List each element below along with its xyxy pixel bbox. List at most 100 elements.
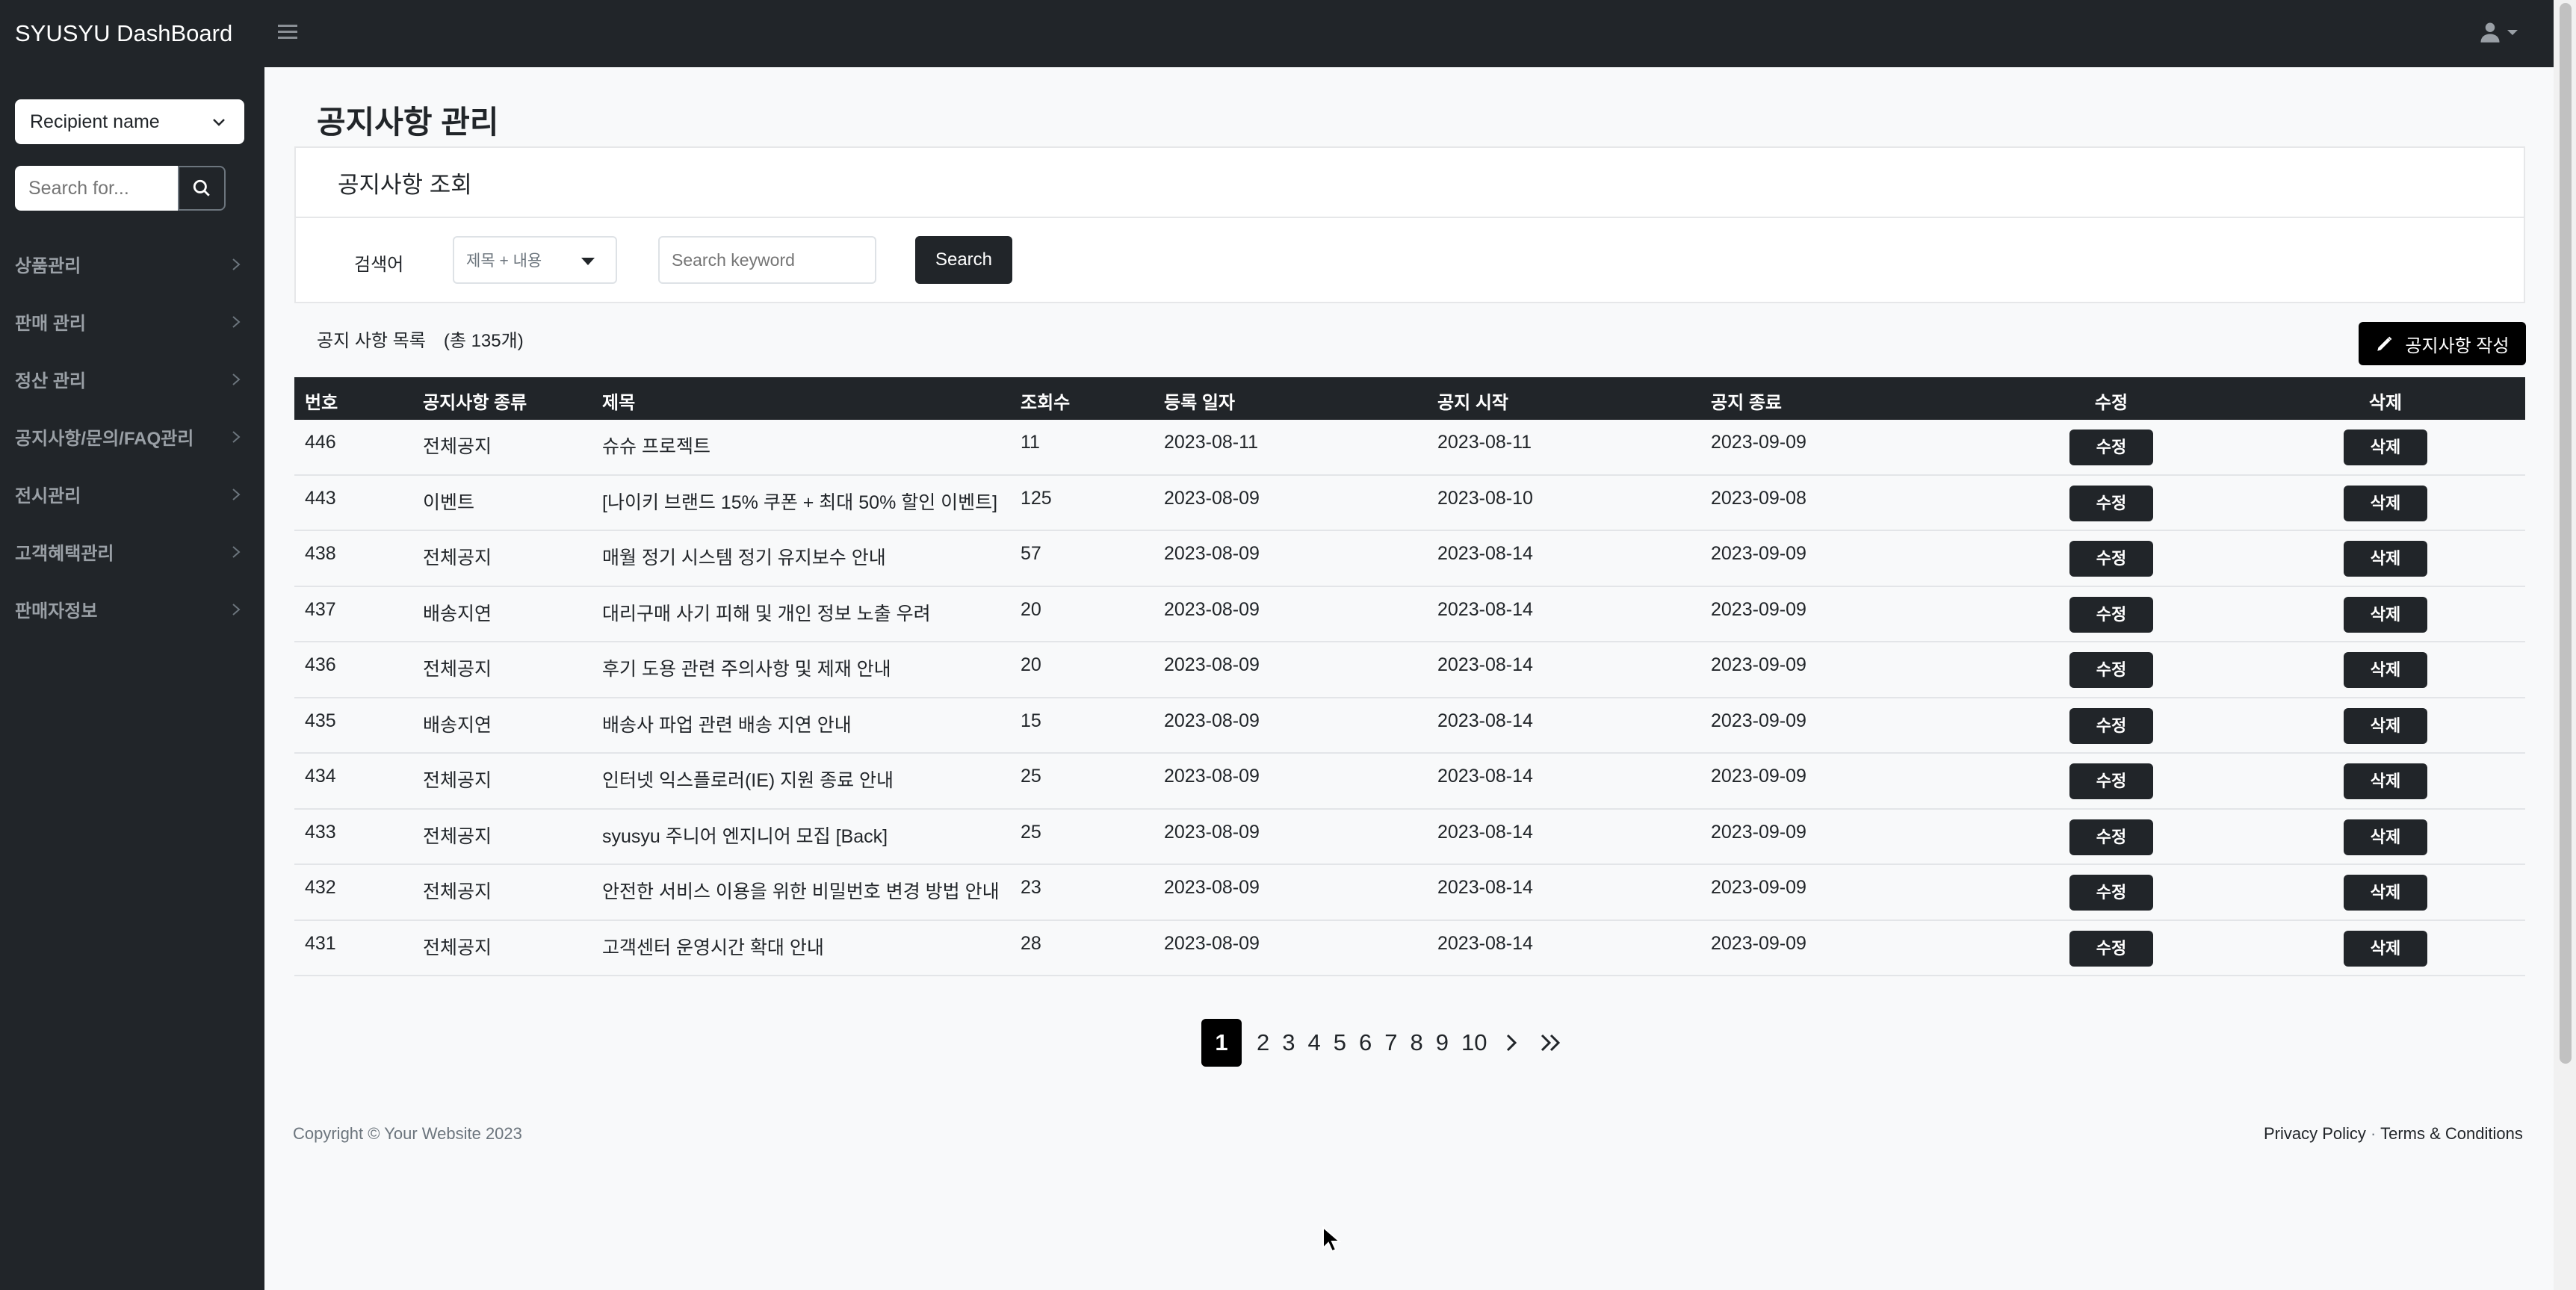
- search-button[interactable]: Search: [915, 236, 1012, 284]
- cell-start-date: 2023-08-14: [1437, 598, 1533, 620]
- page-current[interactable]: 1: [1201, 1019, 1242, 1067]
- edit-button[interactable]: 수정: [2069, 930, 2153, 967]
- caret-down-icon: [2507, 29, 2518, 35]
- cell-edit: 수정: [2069, 541, 2153, 577]
- sidebar-item-settlement[interactable]: 정산 관리: [0, 350, 264, 408]
- cell-edit: 수정: [2069, 652, 2153, 688]
- cell-views: 25: [1021, 821, 1041, 843]
- sidebar-item-display[interactable]: 전시관리: [0, 465, 264, 523]
- delete-button[interactable]: 삭제: [2344, 652, 2427, 688]
- table-row: 436 전체공지 후기 도용 관련 주의사항 및 제재 안내 20 2023-08-09…: [294, 642, 2525, 698]
- privacy-link[interactable]: Privacy Policy: [2264, 1124, 2366, 1143]
- sidebar-search-input[interactable]: [15, 166, 178, 211]
- column-header: 삭제: [2368, 393, 2403, 413]
- page-link[interactable]: 3: [1282, 1029, 1295, 1056]
- delete-button[interactable]: 삭제: [2344, 596, 2427, 633]
- delete-button[interactable]: 삭제: [2344, 485, 2427, 521]
- table-row: 435 배송지연 배송사 파업 관련 배송 지연 안내 15 2023-08-09 202…: [294, 698, 2525, 754]
- edit-button[interactable]: 수정: [2069, 596, 2153, 633]
- delete-button[interactable]: 삭제: [2344, 541, 2427, 577]
- delete-button[interactable]: 삭제: [2344, 763, 2427, 799]
- cell-end-date: 2023-09-09: [1711, 932, 1806, 954]
- cell-title: 인터넷 익스플로러(IE) 지원 종료 안내: [602, 770, 894, 791]
- sidebar-item-seller-info[interactable]: 판매자정보: [0, 580, 264, 638]
- cell-title: 안전한 서비스 이용을 위한 비밀번호 변경 방법 안내: [602, 881, 1000, 902]
- edit-button[interactable]: 수정: [2069, 541, 2153, 577]
- search-keyword-input[interactable]: [658, 236, 876, 284]
- sidebar-item-sales[interactable]: 판매 관리: [0, 293, 264, 350]
- brand-title[interactable]: SYUSYU DashBoard: [15, 20, 232, 47]
- top-navbar: SYUSYU DashBoard: [0, 0, 2576, 67]
- page-link[interactable]: 9: [1436, 1029, 1449, 1056]
- cell-title: [나이키 브랜드 15% 쿠폰 + 최대 50% 할인 이벤트]: [602, 491, 998, 513]
- page-link[interactable]: 7: [1384, 1029, 1397, 1056]
- page-link[interactable]: 5: [1334, 1029, 1346, 1056]
- sidebar-item-benefits[interactable]: 고객혜택관리: [0, 523, 264, 580]
- sidebar-item-product[interactable]: 상품관리: [0, 235, 264, 293]
- delete-button[interactable]: 삭제: [2344, 707, 2427, 744]
- cell-type: 전체공지: [423, 770, 492, 791]
- table-row: 438 전체공지 매월 정기 시스템 정기 유지보수 안내 57 2023-08-09 2…: [294, 531, 2525, 587]
- sidebar-item-label: 전시관리: [15, 486, 81, 506]
- cell-delete: 삭제: [2344, 930, 2427, 967]
- cell-end-date: 2023-09-09: [1711, 543, 1806, 564]
- last-page-icon[interactable]: [1540, 1033, 1562, 1052]
- sidebar-item-label: 공지사항/문의/FAQ관리: [15, 429, 194, 449]
- page-link[interactable]: 4: [1308, 1029, 1321, 1056]
- cell-number: 443: [305, 487, 336, 509]
- cell-type: 전체공지: [423, 881, 492, 902]
- page-link[interactable]: 2: [1257, 1029, 1269, 1056]
- cell-registered-date: 2023-08-09: [1164, 932, 1260, 954]
- page-scrollbar-thumb[interactable]: [2560, 3, 2572, 1064]
- cell-views: 25: [1021, 766, 1041, 787]
- cell-end-date: 2023-09-09: [1711, 766, 1806, 787]
- cell-edit: 수정: [2069, 596, 2153, 633]
- delete-button[interactable]: 삭제: [2344, 430, 2427, 465]
- sidebar-search: [15, 166, 226, 211]
- chevron-right-icon: [232, 315, 241, 328]
- sidebar: Recipient name 상품관리 판매 관리 정산 관리 공지사항/문의/…: [0, 67, 264, 1290]
- edit-button[interactable]: 수정: [2069, 763, 2153, 799]
- search-row: 검색어 제목 + 내용 Search: [296, 218, 2524, 303]
- terms-link[interactable]: Terms & Conditions: [2380, 1124, 2523, 1143]
- sidebar-search-button[interactable]: [178, 166, 226, 211]
- edit-button[interactable]: 수정: [2069, 485, 2153, 521]
- cell-delete: 삭제: [2344, 652, 2427, 688]
- cell-registered-date: 2023-08-09: [1164, 543, 1260, 564]
- edit-button[interactable]: 수정: [2069, 430, 2153, 465]
- list-caption-title: 공지 사항 목록: [317, 331, 426, 351]
- cell-start-date: 2023-08-14: [1437, 821, 1533, 843]
- table-row: 437 배송지연 대리구매 사기 피해 및 개인 정보 노출 우려 20 2023-08…: [294, 587, 2525, 642]
- footer-links: Privacy Policy · Terms & Conditions: [2264, 1124, 2523, 1144]
- delete-button[interactable]: 삭제: [2344, 819, 2427, 855]
- main-content: 공지사항 관리 공지사항 조회 검색어 제목 + 내용 Search 공지 사항…: [264, 67, 2554, 1290]
- next-page-icon[interactable]: [1505, 1033, 1517, 1052]
- search-type-select[interactable]: 제목 + 내용: [453, 236, 617, 284]
- recipient-select[interactable]: Recipient name: [15, 99, 244, 144]
- cell-start-date: 2023-08-14: [1437, 877, 1533, 898]
- table-header: 번호 공지사항 종류 제목 조회수 등록 일자 공지 시작 공지 종료 수정 삭…: [294, 377, 2525, 420]
- chevron-right-icon: [232, 430, 241, 443]
- edit-button[interactable]: 수정: [2069, 707, 2153, 744]
- cell-delete: 삭제: [2344, 596, 2427, 633]
- column-header: 공지사항 종류: [423, 393, 527, 413]
- user-menu[interactable]: [2479, 21, 2518, 43]
- cell-end-date: 2023-09-09: [1711, 598, 1806, 620]
- edit-button[interactable]: 수정: [2069, 875, 2153, 911]
- column-header: 번호: [305, 393, 338, 413]
- edit-button[interactable]: 수정: [2069, 819, 2153, 855]
- column-header: 제목: [602, 393, 636, 413]
- delete-button[interactable]: 삭제: [2344, 930, 2427, 967]
- write-notice-button[interactable]: 공지사항 작성: [2359, 322, 2526, 365]
- sidebar-toggle-icon[interactable]: [278, 21, 297, 43]
- page-link[interactable]: 8: [1411, 1029, 1423, 1056]
- page-link[interactable]: 10: [1461, 1029, 1487, 1056]
- chevron-right-icon: [232, 603, 241, 615]
- sidebar-item-notice-faq[interactable]: 공지사항/문의/FAQ관리: [0, 408, 264, 465]
- table-row: 432 전체공지 안전한 서비스 이용을 위한 비밀번호 변경 방법 안내 23 202…: [294, 865, 2525, 921]
- caret-down-icon: [581, 258, 595, 265]
- cell-start-date: 2023-08-14: [1437, 932, 1533, 954]
- delete-button[interactable]: 삭제: [2344, 875, 2427, 911]
- edit-button[interactable]: 수정: [2069, 652, 2153, 688]
- page-link[interactable]: 6: [1359, 1029, 1372, 1056]
